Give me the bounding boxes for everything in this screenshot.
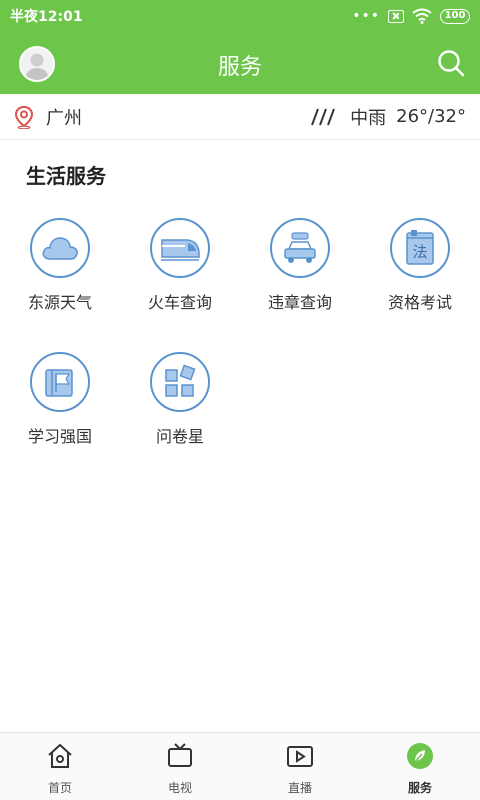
more-dots-icon: ••• xyxy=(352,8,380,24)
service-icon-circle xyxy=(30,218,90,278)
service-item-wenjuanxing[interactable]: 问卷星 xyxy=(120,352,240,462)
service-item-xuexi[interactable]: 学习强国 xyxy=(0,352,120,462)
weather-condition: 中雨 xyxy=(350,107,387,129)
weather-info: 中雨 26°/32° xyxy=(310,104,466,130)
nav-label: 服务 xyxy=(407,781,432,795)
tv-icon xyxy=(168,743,192,767)
leaf-service-icon xyxy=(407,743,433,769)
nav-label: 直播 xyxy=(287,781,312,795)
service-item-weather[interactable]: 东源天气 xyxy=(0,218,120,328)
page-title: 服务 xyxy=(217,55,262,80)
status-bar: 半夜12:01 ••• 100 xyxy=(0,0,480,32)
rain-icon xyxy=(311,108,336,125)
service-label: 资格考试 xyxy=(387,293,452,312)
service-icon-circle xyxy=(270,218,330,278)
service-label: 违章查询 xyxy=(267,293,332,312)
live-video-icon xyxy=(287,746,313,767)
search-button[interactable] xyxy=(436,48,466,78)
flag-book-icon xyxy=(45,369,73,397)
nav-item-services[interactable]: 服务 xyxy=(360,733,480,800)
service-label: 东源天气 xyxy=(27,293,92,312)
no-sim-icon xyxy=(388,9,404,23)
services-screen: 半夜12:01 ••• 100 服务 广州 中雨 26°/32° 生活服务 东源… xyxy=(0,0,480,800)
app-header: 服务 xyxy=(0,32,480,94)
battery-indicator: 100 xyxy=(440,8,470,24)
nav-label: 电视 xyxy=(167,781,192,795)
bottom-nav: 首页 电视 直播 服务 xyxy=(0,732,480,800)
service-icon-circle xyxy=(150,218,210,278)
car-icon xyxy=(284,232,316,263)
wifi-icon xyxy=(412,8,432,24)
service-label: 问卷星 xyxy=(155,427,204,446)
svg-text:法: 法 xyxy=(412,243,427,261)
nav-label: 首页 xyxy=(47,781,72,795)
train-icon xyxy=(161,239,200,261)
grid-blocks-icon xyxy=(165,364,196,397)
cloud-icon xyxy=(42,237,78,260)
service-icon-circle: 法 xyxy=(390,218,450,278)
status-icons: ••• 100 xyxy=(352,8,470,24)
temperature-range: 26°/32° xyxy=(396,106,466,127)
nav-item-live[interactable]: 直播 xyxy=(240,733,360,800)
law-book-icon: 法 xyxy=(406,230,434,265)
location-pin-icon[interactable] xyxy=(14,105,34,129)
search-icon xyxy=(438,50,465,77)
status-time: 半夜12:01 xyxy=(10,9,83,25)
home-icon xyxy=(48,743,72,768)
service-label: 学习强国 xyxy=(27,427,92,446)
nav-item-home[interactable]: 首页 xyxy=(0,733,120,800)
location-weather-bar: 广州 中雨 26°/32° xyxy=(0,94,480,140)
nav-item-tv[interactable]: 电视 xyxy=(120,733,240,800)
service-icon-circle xyxy=(30,352,90,412)
service-item-exam[interactable]: 法 资格考试 xyxy=(360,218,480,328)
service-label: 火车查询 xyxy=(147,293,212,312)
service-item-violation[interactable]: 违章查询 xyxy=(240,218,360,328)
service-item-train[interactable]: 火车查询 xyxy=(120,218,240,328)
section-title: 生活服务 xyxy=(26,164,106,188)
service-icon-circle xyxy=(150,352,210,412)
city-name[interactable]: 广州 xyxy=(46,104,82,130)
